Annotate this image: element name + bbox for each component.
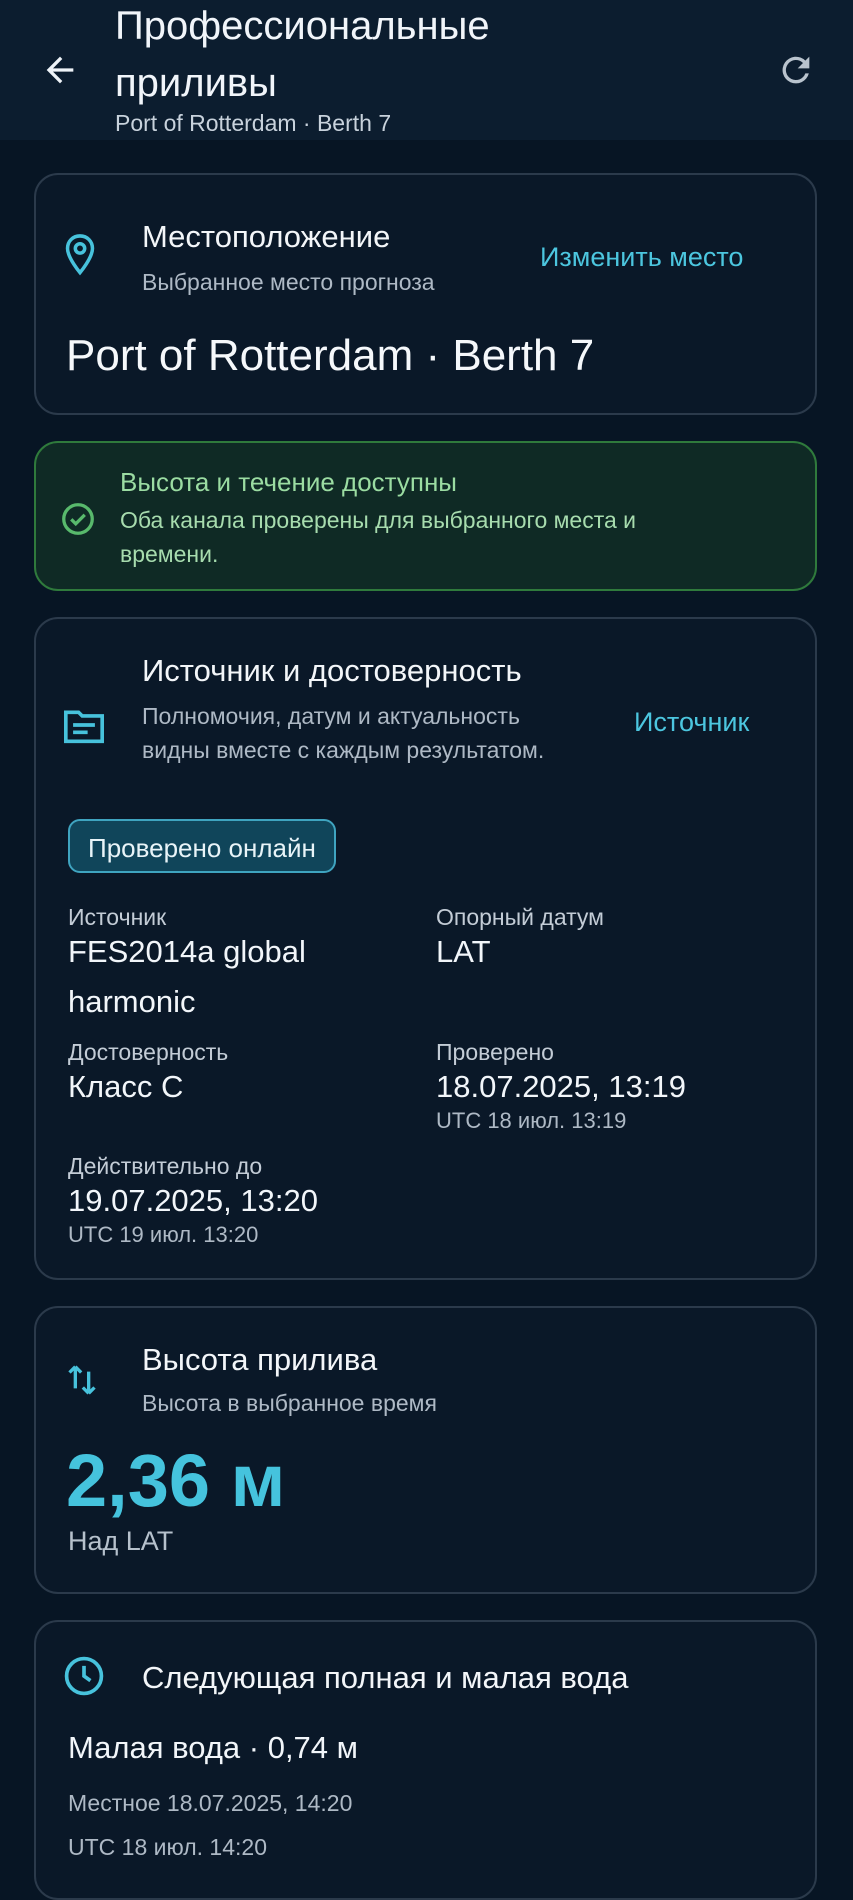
clock-icon bbox=[60, 1652, 108, 1700]
status-banner: Высота и течение доступны Оба канала про… bbox=[34, 441, 817, 591]
source-value: FES2014a global harmonic bbox=[68, 934, 306, 1019]
valid-until-utc: UTC 19 июл. 13:20 bbox=[68, 1222, 259, 1247]
tide-height-reference: Над LAT bbox=[68, 1526, 174, 1556]
location-description: Выбранное место прогноза bbox=[142, 269, 435, 295]
tide-height-description: Высота в выбранное время bbox=[142, 1390, 437, 1416]
source-description: Полномочия, датум и актуальность видны в… bbox=[142, 703, 545, 763]
tide-height-heading: Высота прилива bbox=[142, 1342, 378, 1377]
location-name: Port of Rotterdam · Berth 7 bbox=[66, 331, 595, 380]
page-title: Профессиональные приливы bbox=[115, 4, 490, 105]
status-message: Оба канала проверены для выбранного мест… bbox=[120, 507, 637, 567]
app-bar: Профессиональные приливы Port of Rotterd… bbox=[0, 0, 853, 140]
verified-utc: UTC 18 июл. 13:19 bbox=[436, 1108, 627, 1133]
status-heading: Высота и течение доступны bbox=[120, 467, 457, 497]
next-water-card: Следующая полная и малая вода Малая вода… bbox=[34, 1620, 817, 1900]
source-heading: Источник и достоверность bbox=[142, 653, 522, 688]
location-pin-icon bbox=[60, 230, 100, 280]
tide-height-card: Высота прилива Высота в выбранное время … bbox=[34, 1306, 817, 1594]
swap-vertical-icon bbox=[60, 1358, 104, 1402]
arrow-left-icon bbox=[46, 56, 74, 84]
location-heading: Местоположение bbox=[142, 219, 391, 254]
refresh-button[interactable] bbox=[774, 48, 818, 92]
location-card: Местоположение Выбранное место прогноза … bbox=[34, 173, 817, 415]
datum-value: LAT bbox=[436, 934, 491, 969]
verified-value: 18.07.2025, 13:19 bbox=[436, 1069, 686, 1104]
valid-until-value: 19.07.2025, 13:20 bbox=[68, 1183, 318, 1218]
low-water-utc-time: UTC 18 июл. 14:20 bbox=[68, 1834, 267, 1860]
change-location-button[interactable]: Изменить место bbox=[540, 242, 743, 273]
low-water-value: Малая вода · 0,74 м bbox=[68, 1730, 358, 1765]
tide-height-value: 2,36 м bbox=[66, 1439, 286, 1522]
back-button[interactable] bbox=[38, 48, 82, 92]
document-icon bbox=[60, 701, 108, 749]
reliability-value: Класс C bbox=[68, 1069, 184, 1104]
check-circle-icon bbox=[58, 499, 98, 539]
source-card: Источник и достоверность Полномочия, дат… bbox=[34, 617, 817, 1280]
verified-badge: Проверено онлайн bbox=[68, 819, 336, 873]
next-water-heading: Следующая полная и малая вода bbox=[142, 1660, 629, 1695]
page-subtitle: Port of Rotterdam · Berth 7 bbox=[115, 110, 392, 136]
source-button[interactable]: Источник bbox=[634, 707, 749, 738]
low-water-local-time: Местное 18.07.2025, 14:20 bbox=[68, 1790, 353, 1816]
refresh-icon bbox=[782, 56, 810, 84]
